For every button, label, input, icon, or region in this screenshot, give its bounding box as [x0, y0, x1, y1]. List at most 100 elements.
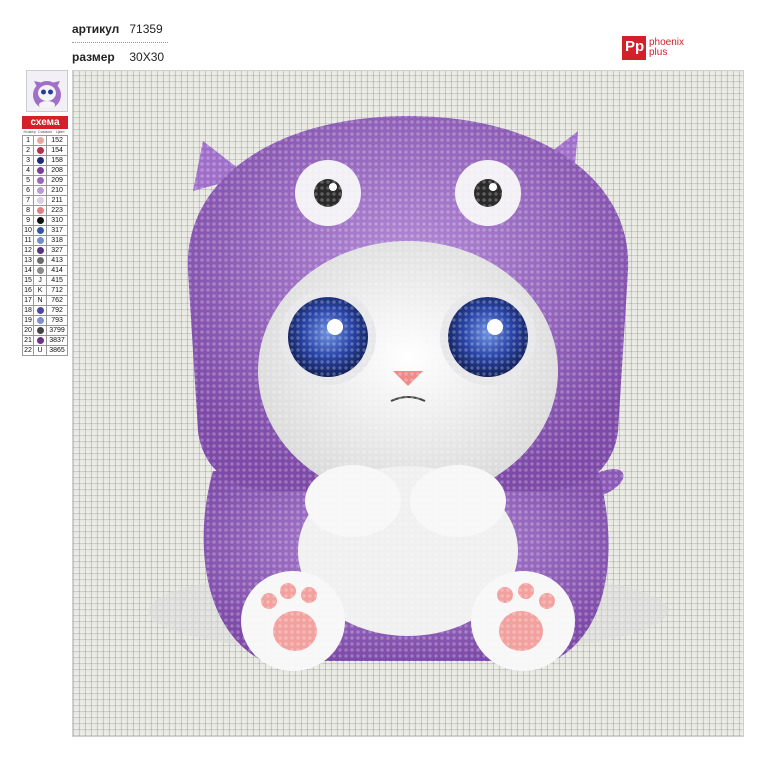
legend-symbol: [33, 205, 48, 216]
color-swatch-icon: [36, 136, 44, 144]
col-sym-header: Символ: [37, 129, 53, 134]
legend-symbol: [33, 335, 48, 346]
legend-number: 14: [21, 265, 35, 276]
legend-number: 1: [21, 135, 35, 146]
col-num-header: Номер: [23, 129, 36, 134]
legend-row: 3 158: [21, 155, 68, 166]
legend-code: 158: [46, 155, 68, 166]
color-swatch-icon: [36, 336, 44, 344]
legend-row: 20 3799: [21, 325, 68, 336]
legend-code: 152: [46, 135, 68, 146]
legend-row: 14 414: [21, 265, 68, 276]
col-color-header: Цвет: [55, 129, 65, 134]
color-swatch-icon: [36, 316, 44, 324]
color-swatch-icon: [36, 326, 44, 334]
legend-number: 15: [21, 275, 35, 286]
legend-symbol: [33, 195, 48, 206]
color-swatch-icon: [36, 206, 44, 214]
legend-number: 21: [21, 335, 35, 346]
legend-code: 210: [46, 185, 68, 196]
legend-number: 10: [21, 225, 35, 236]
brand-logo: Pp phoenix plus: [622, 36, 692, 62]
legend-number: 4: [21, 165, 35, 176]
legend-symbol: [33, 155, 48, 166]
legend-symbol: [33, 265, 48, 276]
legend-symbol: [33, 185, 48, 196]
legend-code: 209: [46, 175, 68, 186]
legend-code: 3865: [46, 345, 68, 356]
legend-number: 16: [21, 285, 35, 296]
legend-symbol: [33, 135, 48, 146]
legend-row: 11 318: [21, 235, 68, 246]
article-label: артикул: [72, 22, 120, 36]
color-swatch-icon: [36, 196, 44, 204]
cat-thumbnail-icon: [33, 81, 61, 109]
color-swatch-icon: [36, 176, 44, 184]
color-swatch-icon: [36, 146, 44, 154]
legend-symbol: [33, 165, 48, 176]
legend-code: 327: [46, 245, 68, 256]
article-value: 71359: [129, 22, 163, 36]
legend-code: 792: [46, 305, 68, 316]
legend-number: 19: [21, 315, 35, 326]
legend-row: 4 208: [21, 165, 68, 176]
preview-thumbnail: [26, 70, 68, 112]
legend-number: 12: [21, 245, 35, 256]
legend-code: 211: [46, 195, 68, 206]
legend-row: 21 3837: [21, 335, 68, 346]
legend-code: 793: [46, 315, 68, 326]
legend-column-headers: Номер Символ Цвет: [22, 129, 68, 135]
legend-number: 2: [21, 145, 35, 156]
legend-row: 19 793: [21, 315, 68, 326]
legend-number: 18: [21, 305, 35, 316]
legend-row: 12 327: [21, 245, 68, 256]
legend-table: 1 152 2 154 3 158 4 208 5 209 6 210 7 211 8 223 9 310 10 31…: [21, 135, 68, 356]
legend-number: 7: [21, 195, 35, 206]
logo-line2: plus: [649, 47, 668, 58]
size-label: размер: [72, 50, 115, 64]
legend-code: 223: [46, 205, 68, 216]
legend-code: 317: [46, 225, 68, 236]
legend-symbol: [33, 225, 48, 236]
legend-row: 9 310: [21, 215, 68, 226]
size-value: 30X30: [129, 50, 165, 64]
article-row: артикул 71359: [72, 22, 163, 36]
color-swatch-icon: [36, 226, 44, 234]
legend-symbol: [33, 175, 48, 186]
legend-symbol: [33, 325, 48, 336]
legend-symbol: K: [33, 285, 48, 296]
color-swatch-icon: [36, 156, 44, 164]
legend-number: 6: [21, 185, 35, 196]
divider: [72, 42, 168, 43]
legend-code: 415: [46, 275, 68, 286]
legend-code: 413: [46, 255, 68, 266]
legend-code: 762: [46, 295, 68, 306]
legend-row: 16 K 712: [21, 285, 68, 296]
legend-row: 22 U 3865: [21, 345, 68, 356]
color-swatch-icon: [36, 216, 44, 224]
legend-row: 1 152: [21, 135, 68, 146]
legend-number: 17: [21, 295, 35, 306]
legend-symbol: [33, 145, 48, 156]
legend-row: 8 223: [21, 205, 68, 216]
legend-code: 3837: [46, 335, 68, 346]
legend-number: 5: [21, 175, 35, 186]
legend-row: 17 N 762: [21, 295, 68, 306]
color-legend: схема Номер Символ Цвет 1 152 2 154 3 158 4 208…: [21, 70, 68, 356]
legend-symbol: [33, 255, 48, 266]
color-swatch-icon: [36, 236, 44, 244]
legend-number: 13: [21, 255, 35, 266]
legend-code: 310: [46, 215, 68, 226]
legend-symbol: [33, 215, 48, 226]
legend-symbol: [33, 245, 48, 256]
legend-row: 18 792: [21, 305, 68, 316]
legend-symbol: [33, 315, 48, 326]
size-row: размер 30X30: [72, 50, 164, 64]
legend-row: 7 211: [21, 195, 68, 206]
legend-number: 8: [21, 205, 35, 216]
legend-code: 3799: [46, 325, 68, 336]
color-swatch-icon: [36, 266, 44, 274]
legend-code: 154: [46, 145, 68, 156]
legend-row: 15 J 415: [21, 275, 68, 286]
legend-number: 20: [21, 325, 35, 336]
